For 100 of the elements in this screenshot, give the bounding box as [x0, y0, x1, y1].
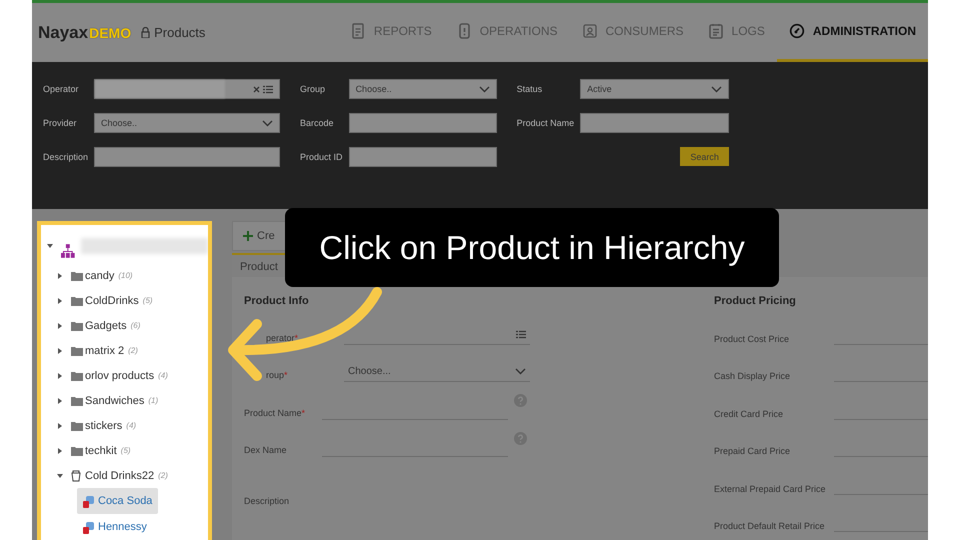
gauge-icon [788, 23, 805, 39]
tree-item[interactable]: Cold Drinks22 (2) [57, 463, 208, 488]
drink-icon [83, 494, 95, 508]
clear-icon[interactable] [253, 86, 260, 92]
operator-field[interactable] [94, 79, 280, 99]
document-icon [350, 23, 366, 39]
input-field[interactable] [580, 113, 730, 133]
person-icon [582, 23, 598, 39]
folder-icon [71, 270, 83, 280]
tree-item[interactable]: orlov products (4) [57, 363, 208, 388]
cup-icon [71, 469, 81, 482]
filter-label: Group [300, 84, 326, 94]
tree-leaf[interactable]: Hennessy [77, 514, 153, 540]
plus-icon [243, 231, 253, 241]
filter-label: Operator [43, 84, 80, 94]
logo: NayaxDEMO [38, 22, 132, 42]
caret-icon[interactable] [57, 298, 63, 304]
caret-icon[interactable] [57, 398, 63, 404]
item-name: orlov products [85, 370, 154, 382]
lock-icon [141, 27, 150, 38]
item-count: (4) [126, 421, 136, 430]
tree-item[interactable]: ColdDrinks (5) [57, 288, 208, 313]
item-count: (10) [118, 271, 133, 280]
field-label: Prepaid Card Price [714, 445, 792, 457]
field-label: perator* [266, 332, 300, 344]
caret-icon[interactable] [57, 422, 63, 428]
item-count: (5) [120, 446, 131, 455]
caret-icon[interactable] [57, 348, 63, 354]
caret-icon[interactable] [47, 243, 53, 249]
dropdown[interactable]: Choose.. [348, 79, 497, 99]
nav-tab[interactable]: LOGS [696, 3, 777, 62]
item-count: (1) [148, 396, 158, 405]
field-label: Credit Card Price [714, 408, 784, 420]
folder-icon [71, 396, 83, 406]
item-count: (5) [142, 296, 153, 305]
caret-icon[interactable] [57, 448, 63, 454]
help-icon[interactable] [514, 394, 527, 408]
caret-icon[interactable] [57, 472, 63, 478]
filter-label: Status [516, 84, 544, 94]
section-title: Product Info [244, 295, 310, 307]
folder-icon [71, 370, 83, 380]
help-icon[interactable] [514, 432, 527, 445]
input-field[interactable] [94, 147, 280, 167]
item-name: Gadgets [85, 320, 127, 332]
item-count: (4) [158, 371, 168, 380]
input-field[interactable] [348, 113, 497, 133]
search-button[interactable]: Search [680, 147, 730, 166]
chevron-down-icon [515, 368, 526, 375]
dropdown[interactable]: Choose... [344, 362, 530, 382]
filter-label: Provider [43, 118, 78, 128]
input-field[interactable] [348, 147, 497, 167]
item-name: candy [85, 270, 114, 282]
item-name: Cold Drinks22 [85, 470, 154, 482]
tree-item[interactable]: stickers (4) [57, 413, 208, 438]
tree-item[interactable]: Sandwiches (1) [57, 388, 208, 413]
tree-item[interactable]: techkit (5) [57, 438, 208, 463]
list-icon [708, 23, 724, 39]
chevron-down-icon [478, 86, 490, 92]
folder-icon [71, 346, 83, 356]
field-label: roup* [266, 370, 289, 382]
filter-label: Product ID [300, 152, 343, 162]
item-count: (2) [158, 471, 168, 480]
field-label: Product Name* [244, 408, 306, 420]
filter-label: Product Name [516, 118, 574, 128]
dropdown[interactable]: Choose.. [94, 113, 280, 133]
field-label: Dex Name [244, 445, 288, 457]
folder-icon [71, 296, 83, 306]
tree-item[interactable]: matrix 2 (2) [57, 338, 208, 363]
nav-tab[interactable]: OPERATIONS [444, 3, 570, 62]
folder-icon [71, 446, 83, 456]
caret-icon[interactable] [57, 372, 63, 378]
list-icon[interactable] [263, 84, 274, 94]
filter-label: Barcode [300, 118, 335, 128]
hierarchy-icon [61, 244, 75, 258]
tree-leaf[interactable]: Coca Soda [77, 488, 158, 514]
chevron-down-icon [711, 86, 722, 92]
page-title: Products [154, 25, 206, 40]
item-name: techkit [85, 444, 117, 456]
caret-icon[interactable] [57, 272, 63, 278]
field-label: External Prepaid Card Price [714, 482, 827, 494]
folder-icon [71, 420, 83, 430]
section-title: Product Pricing [714, 295, 797, 307]
caret-icon[interactable] [57, 322, 63, 328]
item-name: ColdDrinks [85, 294, 139, 306]
folder-icon [71, 320, 83, 330]
tree-item[interactable]: candy (10) [57, 263, 208, 288]
item-name: Sandwiches [85, 394, 144, 406]
item-count: (6) [130, 321, 140, 330]
field-label: Product Cost Price [714, 332, 790, 344]
item-count: (2) [128, 346, 138, 355]
field-label: Description [244, 496, 290, 508]
field-label: Cash Display Price [714, 370, 792, 382]
tutorial-tooltip: Click on Product in Hierarchy [285, 208, 779, 287]
dropdown[interactable]: Active [580, 79, 730, 99]
drink-icon [83, 520, 95, 534]
list-icon[interactable] [516, 330, 526, 338]
nav-tab[interactable]: CONSUMERS [570, 3, 696, 62]
tree-item[interactable]: Gadgets (6) [57, 313, 208, 338]
nav-tab[interactable]: REPORTS [338, 3, 444, 62]
chevron-down-icon [262, 120, 274, 126]
